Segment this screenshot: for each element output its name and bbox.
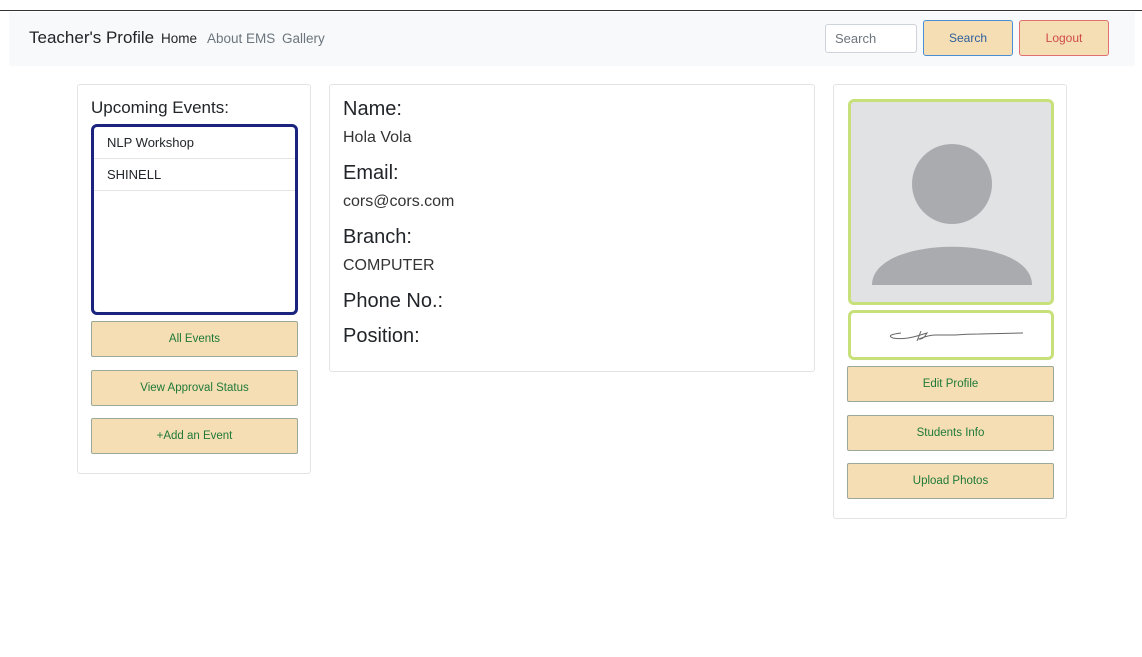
add-event-button[interactable]: +Add an Event	[91, 418, 298, 454]
navbar: Teacher's Profile Home About EMS Gallery…	[9, 12, 1135, 66]
signature-image	[848, 310, 1054, 360]
top-divider	[0, 10, 1142, 11]
upload-photos-button[interactable]: Upload Photos	[847, 463, 1054, 499]
nav-link-about-ems[interactable]: About EMS	[207, 31, 275, 46]
search-button[interactable]: Search	[923, 20, 1013, 56]
nav-link-home[interactable]: Home	[161, 31, 197, 46]
branch-label: Branch:	[343, 226, 412, 248]
phone-label: Phone No.:	[343, 290, 444, 312]
profile-photo	[848, 99, 1054, 305]
signature-icon	[889, 330, 1024, 342]
all-events-button[interactable]: All Events	[91, 321, 298, 357]
position-label: Position:	[343, 325, 420, 347]
nav-link-gallery[interactable]: Gallery	[282, 31, 325, 46]
students-info-button[interactable]: Students Info	[847, 415, 1054, 451]
profile-details-card: Name: Hola Vola Email: cors@cors.com Bra…	[329, 84, 815, 372]
edit-profile-button[interactable]: Edit Profile	[847, 366, 1054, 402]
event-item[interactable]: NLP Workshop	[94, 127, 295, 159]
search-input[interactable]	[825, 24, 917, 53]
profile-photo-card: Edit Profile Students Info Upload Photos	[833, 84, 1067, 519]
email-label: Email:	[343, 162, 399, 184]
name-label: Name:	[343, 98, 402, 120]
name-value: Hola Vola	[343, 129, 412, 146]
navbar-brand[interactable]: Teacher's Profile	[29, 28, 154, 48]
email-value: cors@cors.com	[343, 193, 455, 210]
logout-button[interactable]: Logout	[1019, 20, 1109, 56]
events-title: Upcoming Events:	[91, 98, 229, 117]
events-card: Upcoming Events: NLP Workshop SHINELL Al…	[77, 84, 311, 474]
avatar-placeholder-icon	[872, 144, 1032, 285]
events-list[interactable]: NLP Workshop SHINELL	[91, 124, 298, 315]
branch-value: COMPUTER	[343, 257, 435, 274]
view-approval-status-button[interactable]: View Approval Status	[91, 370, 298, 406]
event-item[interactable]: SHINELL	[94, 159, 295, 191]
